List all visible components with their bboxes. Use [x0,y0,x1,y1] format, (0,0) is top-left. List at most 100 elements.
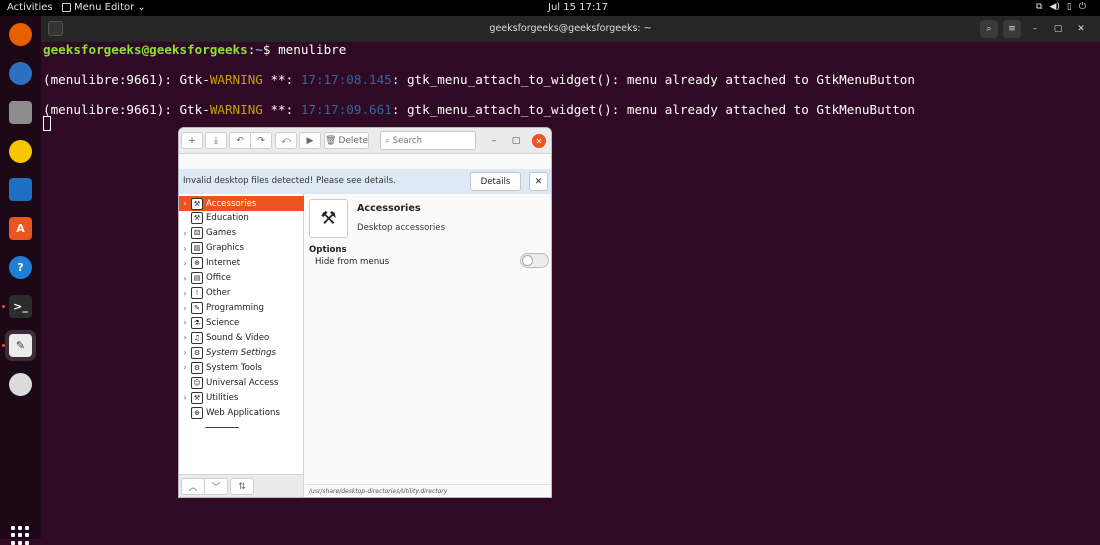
thunderbird-icon [9,62,32,85]
sort-icon: ⇅ [238,481,246,492]
plus-icon: + [188,135,196,146]
category-row[interactable]: ⚒ Education [179,211,304,226]
move-down-button[interactable]: ﹀ [204,478,228,495]
redo-button[interactable]: ↷ [250,132,272,149]
entry-comment[interactable]: Desktop accessories [357,223,445,233]
search-box[interactable]: ⌕ [380,131,476,150]
app-center-icon: A [9,217,32,240]
minimize-icon[interactable]: – [1026,20,1044,38]
sort-button[interactable]: ⇅ [230,478,254,495]
dismiss-infobar-button[interactable]: ✕ [529,172,548,191]
volume-icon: ◀) [1049,2,1060,12]
expander-arrow-icon[interactable]: › [179,363,191,372]
grid-dot [18,533,22,538]
top-bar: Activities Menu Editor ⌄ Jul 15 17:17 ⧉ … [0,0,1100,16]
dock-rhythmbox-launcher[interactable] [5,136,36,167]
dock-thunderbird-launcher[interactable] [5,58,36,89]
warning-message: : gtk_menu_attach_to_widget(): menu alre… [391,72,915,87]
expander-arrow-icon[interactable]: › [179,244,191,253]
dock-firefox-launcher[interactable] [5,19,36,50]
dock-app-center-launcher[interactable]: A [5,213,36,244]
category-icon: ♫ [191,331,203,344]
category-row[interactable]: › ▤ Office [179,271,304,286]
move-up-button[interactable]: ︿ [181,478,205,495]
category-row[interactable]: › ⊕ Internet [179,256,304,271]
expander-arrow-icon[interactable]: › [179,229,191,238]
revert-button[interactable]: ⤺ [275,132,297,149]
restore-icon[interactable]: ▢ [1049,20,1067,38]
network-icon: ⧉ [1036,2,1043,12]
expander-arrow-icon[interactable]: › [179,304,191,313]
category-icon: ▤ [191,272,203,285]
category-label: Programming [206,303,264,313]
delete-button[interactable]: 🗑︎ Delete [324,132,369,149]
category-row[interactable]: › ⚙ System Settings [179,345,304,360]
toggle-knob [522,255,533,266]
warning-mid: **: [262,102,301,117]
category-row[interactable]: › ⚄ Games [179,226,304,241]
category-label: Other [206,288,231,299]
hamburger-menu-icon[interactable]: ≡ [1003,20,1021,38]
clock[interactable]: Jul 15 17:17 [548,2,608,13]
category-row[interactable]: › ⚗ Science [179,315,304,330]
category-label: Utilities [206,392,239,403]
system-tray[interactable]: ⧉ ◀) ▯ ⏻ [1036,2,1086,12]
details-button[interactable]: Details [470,172,521,191]
category-row[interactable]: › ✎ Programming [179,301,304,316]
delete-label: Delete [338,135,369,146]
show-applications-icon[interactable] [11,526,30,545]
grid-dot [25,526,29,530]
undo-button[interactable]: ↶ [229,132,251,149]
expander-arrow-icon[interactable]: › [179,393,191,402]
category-row[interactable]: › ⚙ System Tools [179,360,304,375]
category-row[interactable]: › ⚒ Utilities [179,390,304,405]
search-input[interactable] [392,135,467,146]
activities-button[interactable]: Activities [7,2,53,13]
category-icon: ⚄ [191,227,203,240]
category-row[interactable]: ☺ Universal Access [179,375,304,390]
tree-separator [205,427,239,428]
dock-menu-editor-launcher[interactable]: ✎ [5,330,36,361]
undo-icon: ↶ [236,135,244,146]
expander-arrow-icon[interactable]: › [179,274,191,283]
chevron-up-icon: ︿ [188,483,198,493]
entry-icon-button[interactable]: ⚒ [309,199,348,238]
category-icon: ⁞ [191,287,203,300]
dock-help-launcher[interactable]: ? [5,252,36,283]
expander-arrow-icon[interactable]: › [179,259,191,268]
menu-editor-small-icon [62,3,71,12]
app-menu[interactable]: Menu Editor ⌄ [62,2,146,13]
execute-button[interactable]: ▶ [299,132,321,149]
close-icon[interactable]: ✕ [1072,20,1090,38]
expander-arrow-icon[interactable]: › [179,289,191,298]
dock-libreoffice-writer-launcher[interactable] [5,174,36,205]
category-label: System Tools [206,362,262,373]
expander-arrow-icon[interactable]: › [179,333,191,342]
save-button[interactable]: ⤓ [205,132,227,149]
help-icon: ? [9,256,32,279]
hide-from-menus-toggle[interactable] [520,253,549,268]
battery-icon: ▯ [1066,2,1072,12]
search-icon[interactable]: ⌕ [980,20,998,38]
category-icon: ✎ [191,302,203,314]
dock-disc-launcher[interactable] [5,369,36,400]
close-icon[interactable]: ✕ [532,134,546,148]
expander-arrow-icon[interactable]: › [179,199,191,208]
dock-terminal-launcher[interactable]: >_ [5,291,36,322]
expander-arrow-icon[interactable]: › [179,318,191,327]
dock-files-launcher[interactable] [5,97,36,128]
expander-arrow-icon[interactable]: › [179,348,191,357]
category-row[interactable]: ⊕ Web Applications [179,405,304,420]
category-row[interactable]: › ⚒ Accessories [179,196,304,211]
warning-timestamp: 17:17:08.145 [300,72,392,87]
category-row[interactable]: › ♫ Sound & Video [179,330,304,345]
entry-name[interactable]: Accessories [357,203,421,214]
add-button[interactable]: + [181,132,203,149]
category-row[interactable]: › ⁞ Other [179,286,304,301]
warning-level: WARNING [209,102,263,117]
category-row[interactable]: › ▨ Graphics [179,241,304,256]
minimize-icon[interactable]: – [487,134,501,148]
running-indicator [2,344,5,347]
infobar-message: Invalid desktop files detected! Please s… [183,176,396,186]
maximize-icon[interactable]: ▢ [509,134,523,148]
